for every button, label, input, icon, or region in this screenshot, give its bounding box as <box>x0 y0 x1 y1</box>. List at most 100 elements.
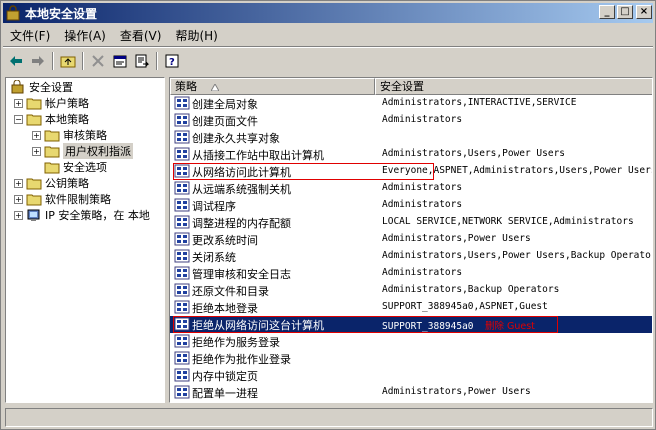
tree-node-label: 帐户策略 <box>45 97 89 110</box>
policy-icon <box>174 385 190 399</box>
table-row[interactable]: 配置单一进程 Administrators,Power Users <box>170 384 652 401</box>
policy-setting: Administrators <box>382 199 462 210</box>
policy-list-pane[interactable]: 策略 安全设置 创建全局对象 Administrators,INTERACTIVE… <box>169 77 653 403</box>
back-icon[interactable] <box>5 50 27 72</box>
toolbar-separator <box>52 52 54 70</box>
policy-name: 创建永久共享对象 <box>192 132 280 145</box>
menu-bar: 文件(F) 操作(A) 查看(V) 帮助(H) <box>3 25 225 45</box>
table-row[interactable]: 拒绝本地登录 SUPPORT_388945a0,ASPNET,Guest <box>170 299 652 316</box>
help-icon[interactable]: ? <box>161 50 183 72</box>
toolbar-separator <box>82 52 84 70</box>
properties-icon[interactable] <box>109 50 131 72</box>
policy-setting: SUPPORT_388945a0,ASPNET,Guest <box>382 301 548 312</box>
window-title: 本地安全设置 <box>25 6 98 21</box>
table-row[interactable]: 从插接工作站中取出计算机 Administrators,Users,Power U… <box>170 146 652 163</box>
policy-setting-value: Administrators <box>382 267 463 278</box>
policy-name: 关闭系统 <box>192 251 236 264</box>
delete-icon[interactable] <box>87 50 109 72</box>
tree-node-user-rights-assignment[interactable]: + 用户权利指派 <box>32 143 133 159</box>
column-header-label: 策略 <box>175 80 197 93</box>
folder-icon <box>26 194 42 206</box>
policy-name: 内存中锁定页 <box>192 370 258 383</box>
table-row[interactable]: 管理审核和安全日志 Administrators <box>170 265 652 282</box>
menu-view[interactable]: 查看(V) <box>113 27 169 44</box>
maximize-button[interactable]: □ <box>617 5 633 19</box>
folder-open-icon <box>44 146 60 158</box>
main-window: 本地安全设置 _ □ × 文件(F) 操作(A) 查看(V) 帮助(H) ? 安… <box>0 0 656 430</box>
policy-name: 创建全局对象 <box>192 98 258 111</box>
annotation-box <box>173 316 558 333</box>
policy-name: 配置单一进程 <box>192 387 258 400</box>
table-row[interactable]: 更改系统时间 Administrators,Power Users <box>170 231 652 248</box>
menu-file[interactable]: 文件(F) <box>3 27 57 44</box>
title-bar[interactable]: 本地安全设置 _ □ × <box>3 3 653 23</box>
status-bar <box>5 408 653 427</box>
close-button[interactable]: × <box>636 5 652 19</box>
table-row[interactable]: 创建页面文件 Administrators <box>170 112 652 129</box>
tree-pane[interactable]: 安全设置 + 帐户策略 − 本地策略 + 审核策略 + 用户权利指派 安全选项 … <box>5 77 165 403</box>
expand-icon[interactable]: + <box>32 130 41 140</box>
collapse-icon[interactable]: − <box>14 114 23 124</box>
expand-icon[interactable]: + <box>14 178 23 188</box>
table-row[interactable]: 创建永久共享对象 <box>170 129 652 146</box>
table-row[interactable]: 拒绝作为批作业登录 <box>170 350 652 367</box>
tree-node-label: 本地策略 <box>45 113 89 126</box>
export-icon[interactable] <box>131 50 153 72</box>
policy-setting-value: Administrators,Power Users <box>382 233 531 244</box>
tree-node-label: 用户权利指派 <box>63 143 133 159</box>
folder-open-icon <box>26 114 42 126</box>
tree-node-security-settings[interactable]: 安全设置 <box>10 79 73 95</box>
policy-icon <box>174 198 190 212</box>
tree-node-label: 软件限制策略 <box>45 193 111 206</box>
table-row[interactable]: 调试程序 Administrators <box>170 197 652 214</box>
table-row[interactable]: 从远端系统强制关机 Administrators <box>170 180 652 197</box>
policy-name: 调试程序 <box>192 200 236 213</box>
expand-icon[interactable]: + <box>14 194 23 204</box>
policy-icon <box>174 96 190 110</box>
column-header-policy[interactable]: 策略 <box>170 78 375 95</box>
policy-name: 更改系统时间 <box>192 234 258 247</box>
table-row[interactable]: 调整进程的内存配额 LOCAL SERVICE,NETWORK SERVICE,A… <box>170 214 652 231</box>
expand-icon[interactable]: + <box>14 210 23 220</box>
policy-setting-value: Administrators,INTERACTIVE,SERVICE <box>382 97 577 108</box>
table-row[interactable]: 内存中锁定页 <box>170 367 652 384</box>
policy-setting: Administrators <box>382 114 462 125</box>
tree-node-audit-policy[interactable]: + 审核策略 <box>32 127 107 143</box>
up-folder-icon[interactable] <box>57 50 79 72</box>
sort-ascending-icon <box>211 84 219 91</box>
tree-node-ip-security[interactable]: + IP 安全策略，在 本地 <box>14 207 150 223</box>
policy-setting: LOCAL SERVICE,NETWORK SERVICE,Administra… <box>382 216 634 227</box>
expand-icon[interactable]: + <box>14 98 23 108</box>
forward-icon[interactable] <box>27 50 49 72</box>
tree-node-public-key-policy[interactable]: + 公钥策略 <box>14 175 89 191</box>
tree-node-account-policy[interactable]: + 帐户策略 <box>14 95 89 111</box>
policy-icon <box>174 232 190 246</box>
tree-node-local-policy[interactable]: − 本地策略 <box>14 111 89 127</box>
expand-icon[interactable]: + <box>32 146 41 156</box>
table-row[interactable]: 关闭系统 Administrators,Users,Power Users,Bac… <box>170 248 653 265</box>
minimize-button[interactable]: _ <box>599 5 615 19</box>
policy-setting: Administrators,Power Users <box>382 386 531 397</box>
table-row[interactable]: 拒绝作为服务登录 <box>170 333 652 350</box>
column-header-label: 安全设置 <box>380 80 424 93</box>
policy-setting-value: Administrators,Users,Power Users <box>382 148 566 159</box>
tree-node-software-restriction[interactable]: + 软件限制策略 <box>14 191 111 207</box>
tree-node-security-options[interactable]: 安全选项 <box>44 159 107 175</box>
column-header-setting[interactable]: 安全设置 <box>375 78 652 95</box>
table-row[interactable]: 创建全局对象 Administrators,INTERACTIVE,SERVICE <box>170 95 652 112</box>
folder-icon <box>26 178 42 190</box>
tree-node-label: 审核策略 <box>63 129 107 142</box>
menu-help[interactable]: 帮助(H) <box>168 27 224 44</box>
policy-icon <box>174 249 190 263</box>
policy-name: 从插接工作站中取出计算机 <box>192 149 324 162</box>
toolbar: ? <box>5 49 183 73</box>
policy-name: 管理审核和安全日志 <box>192 268 291 281</box>
policy-name: 拒绝作为批作业登录 <box>192 353 291 366</box>
table-row[interactable]: 还原文件和目录 Administrators,Backup Operators <box>170 282 652 299</box>
policy-setting-value: LOCAL SERVICE,NETWORK SERVICE,Administra… <box>382 216 634 227</box>
menu-action[interactable]: 操作(A) <box>57 27 113 44</box>
policy-setting-value: Administrators,Users,Power Users,Backup … <box>382 250 653 261</box>
policy-setting-value: Administrators <box>382 182 463 193</box>
policy-icon <box>174 334 190 348</box>
policy-icon <box>174 130 190 144</box>
